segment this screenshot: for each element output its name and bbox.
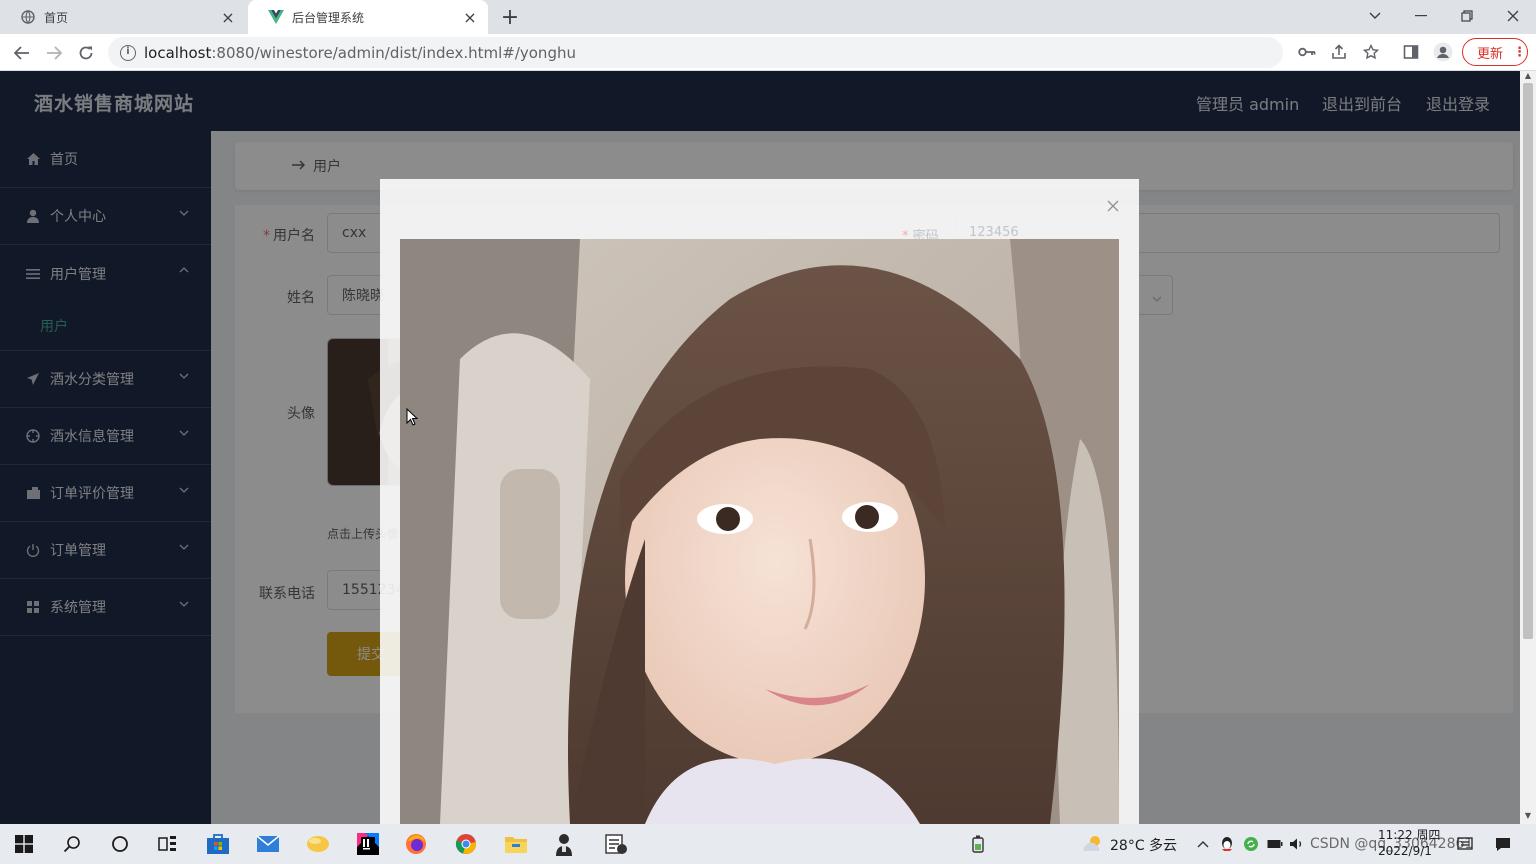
- profile-avatar-icon[interactable]: [1431, 40, 1455, 64]
- side-panel-icon[interactable]: [1399, 40, 1423, 64]
- firefox-icon[interactable]: [402, 830, 430, 858]
- info-icon[interactable]: i: [120, 44, 136, 61]
- close-icon[interactable]: ×: [462, 8, 478, 27]
- url-host: localhost: [144, 43, 212, 62]
- qq-penguin-icon[interactable]: [1218, 835, 1236, 853]
- chrome-icon[interactable]: [452, 830, 480, 858]
- windows-start-icon[interactable]: [10, 830, 38, 858]
- share-icon[interactable]: [1327, 40, 1351, 64]
- browser-tab-admin[interactable]: 后台管理系统 ×: [248, 0, 488, 34]
- windows-taskbar: 28°C 多云 CSDN @qq_330642861 11:22 周四 2022…: [0, 824, 1536, 864]
- remote-tool-icon[interactable]: [602, 830, 630, 858]
- qq-user-avatar-icon[interactable]: [550, 830, 578, 858]
- cortana-circle-icon[interactable]: [106, 830, 134, 858]
- address-bar[interactable]: i localhost:8080/winestore/admin/dist/in…: [108, 37, 1283, 68]
- vue-logo-icon: [268, 9, 284, 25]
- reload-icon[interactable]: [72, 39, 100, 67]
- sticky-notes-icon[interactable]: [304, 830, 332, 858]
- star-bookmark-icon[interactable]: [1359, 40, 1383, 64]
- task-view-icon[interactable]: [154, 830, 182, 858]
- clock[interactable]: 11:22 周四 2022/9/1: [1378, 827, 1440, 859]
- tab-label: 后台管理系统: [292, 10, 365, 25]
- chevron-down-icon[interactable]: [1360, 2, 1390, 30]
- window-close-icon[interactable]: [1498, 2, 1528, 30]
- key-icon[interactable]: [1295, 40, 1319, 64]
- store-icon[interactable]: [204, 830, 232, 858]
- browser-tab-strip: 首页 × 后台管理系统 × +: [0, 0, 1536, 34]
- avatar-preview-image: [400, 239, 1119, 824]
- search-icon[interactable]: [58, 830, 86, 858]
- scroll-down-arrow-icon[interactable]: ▼: [1520, 811, 1536, 823]
- sync-icon[interactable]: [1242, 835, 1260, 853]
- more-vertical-icon: ⋮: [1513, 44, 1527, 60]
- weather-cloudy-icon: [1078, 830, 1106, 858]
- close-icon[interactable]: ×: [220, 8, 236, 27]
- weather-text[interactable]: 28°C 多云: [1110, 835, 1177, 855]
- input-method-icon[interactable]: [1456, 835, 1474, 853]
- back-arrow-icon[interactable]: [8, 39, 36, 67]
- scrollbar-thumb[interactable]: [1523, 83, 1533, 639]
- forward-arrow-icon[interactable]: [40, 39, 68, 67]
- mail-icon[interactable]: [254, 830, 282, 858]
- browser-toolbar: i localhost:8080/winestore/admin/dist/in…: [0, 34, 1536, 71]
- ghost-password-value: 123456: [969, 225, 1019, 240]
- volume-icon[interactable]: [1288, 835, 1306, 853]
- page-scrollbar[interactable]: ▲ ▼: [1520, 71, 1536, 824]
- scroll-up-arrow-icon[interactable]: ▲: [1520, 71, 1536, 83]
- dialog-close-icon[interactable]: [1104, 197, 1122, 215]
- battery-icon[interactable]: [1266, 835, 1284, 853]
- update-label: 更新: [1477, 46, 1504, 62]
- minimize-icon[interactable]: [1406, 2, 1436, 30]
- mouse-cursor-icon: [406, 407, 419, 430]
- update-button[interactable]: 更新 ⋮: [1462, 38, 1528, 66]
- tab-label: 首页: [44, 10, 69, 25]
- intellij-idea-icon[interactable]: [354, 830, 382, 858]
- clock-time: 11:22 周四: [1378, 828, 1441, 842]
- browser-tab-home[interactable]: 首页 ×: [0, 0, 246, 34]
- clock-date: 2022/9/1: [1378, 844, 1432, 858]
- new-tab-plus-icon[interactable]: +: [498, 5, 522, 30]
- image-preview-dialog: * 密码 123456: [380, 179, 1139, 824]
- notification-center-icon[interactable]: [1494, 835, 1512, 853]
- url-text: localhost:8080/winestore/admin/dist/inde…: [144, 44, 576, 62]
- url-path: :8080/winestore/admin/dist/index.html#/y…: [211, 43, 576, 62]
- chevron-up-icon[interactable]: [1194, 835, 1212, 853]
- restore-icon[interactable]: [1452, 2, 1482, 30]
- globe-icon: [20, 9, 36, 25]
- battery-plugged-icon[interactable]: [964, 830, 992, 858]
- file-explorer-icon[interactable]: [502, 830, 530, 858]
